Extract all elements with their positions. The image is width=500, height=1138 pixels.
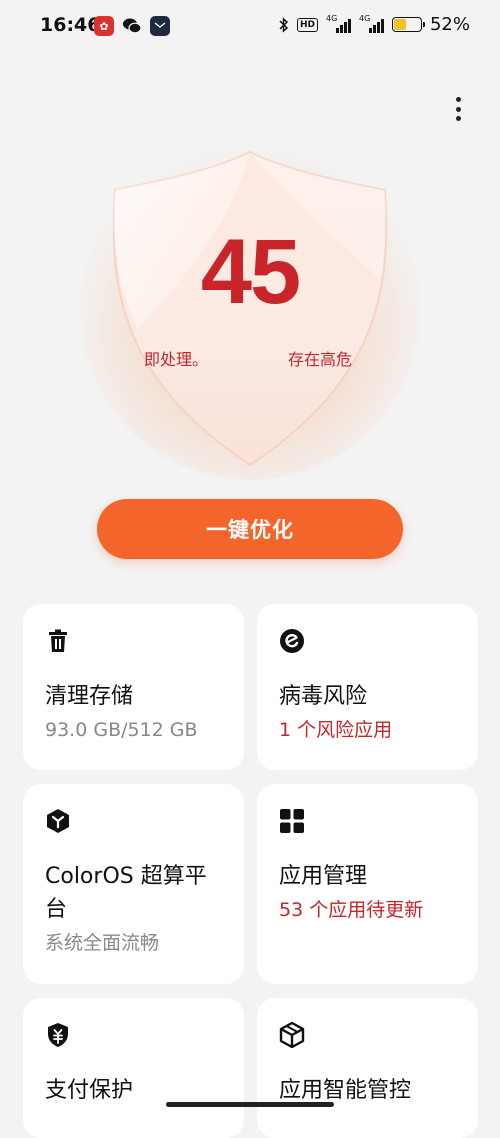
compute-platform-icon — [47, 809, 69, 833]
hd-badge: HD — [296, 17, 318, 32]
card-subtitle: 53 个应用待更新 — [279, 899, 424, 921]
signal-1-icon: 4G — [325, 13, 351, 33]
mail-icon — [150, 16, 170, 36]
card-payment-protection[interactable]: 支付保护 — [23, 998, 244, 1138]
card-title: 应用管理 — [279, 864, 368, 889]
signal-2-label: 4G — [358, 13, 371, 23]
card-subtitle: 93.0 GB/512 GB — [45, 719, 198, 741]
status-bar: 16:46 ✿ HD 4G 4G 52% — [0, 0, 500, 54]
status-indicators: HD 4G 4G 52% — [279, 14, 470, 35]
card-subtitle: 1 个风险应用 — [279, 719, 393, 741]
more-options-icon[interactable] — [448, 96, 468, 122]
card-app-management[interactable]: 应用管理 53 个应用待更新 — [257, 784, 478, 984]
card-title: 病毒风险 — [279, 684, 368, 709]
security-shield: 45 即处理。 存在高危 — [60, 120, 440, 500]
app-grid-icon — [280, 809, 304, 833]
risk-ticker-right: 存在高危 — [288, 350, 353, 369]
signal-2-icon: 4G — [358, 13, 384, 33]
card-smart-app-control[interactable]: 应用智能管控 — [257, 998, 478, 1138]
risk-ticker-left: 即处理。 — [144, 350, 209, 369]
bluetooth-icon — [279, 16, 289, 33]
card-subtitle: 系统全面流畅 — [45, 932, 160, 954]
trash-icon — [49, 629, 67, 652]
security-score: 45 — [200, 221, 301, 323]
card-virus-risk[interactable]: 病毒风险 1 个风险应用 — [257, 604, 478, 770]
battery-percent: 52% — [429, 14, 470, 35]
smart-control-icon — [279, 1022, 305, 1048]
card-title: ColorOS 超算平台 — [45, 864, 207, 922]
one-click-optimize-button[interactable]: 一键优化 — [97, 499, 403, 559]
wechat-icon — [122, 16, 142, 36]
home-indicator[interactable] — [166, 1102, 334, 1107]
app-notification-icon: ✿ — [94, 16, 114, 36]
card-clean-storage[interactable]: 清理存储 93.0 GB/512 GB — [23, 604, 244, 770]
payment-shield-icon — [48, 1023, 68, 1047]
notification-icons: ✿ — [94, 16, 170, 36]
virus-scan-icon — [280, 629, 304, 653]
card-coloros-compute[interactable]: ColorOS 超算平台 系统全面流畅 — [23, 784, 244, 984]
status-time: 16:46 — [40, 14, 101, 36]
card-title: 清理存储 — [45, 684, 134, 709]
battery-icon — [391, 17, 425, 32]
battery-fill — [393, 19, 406, 30]
signal-1-label: 4G — [325, 13, 338, 23]
